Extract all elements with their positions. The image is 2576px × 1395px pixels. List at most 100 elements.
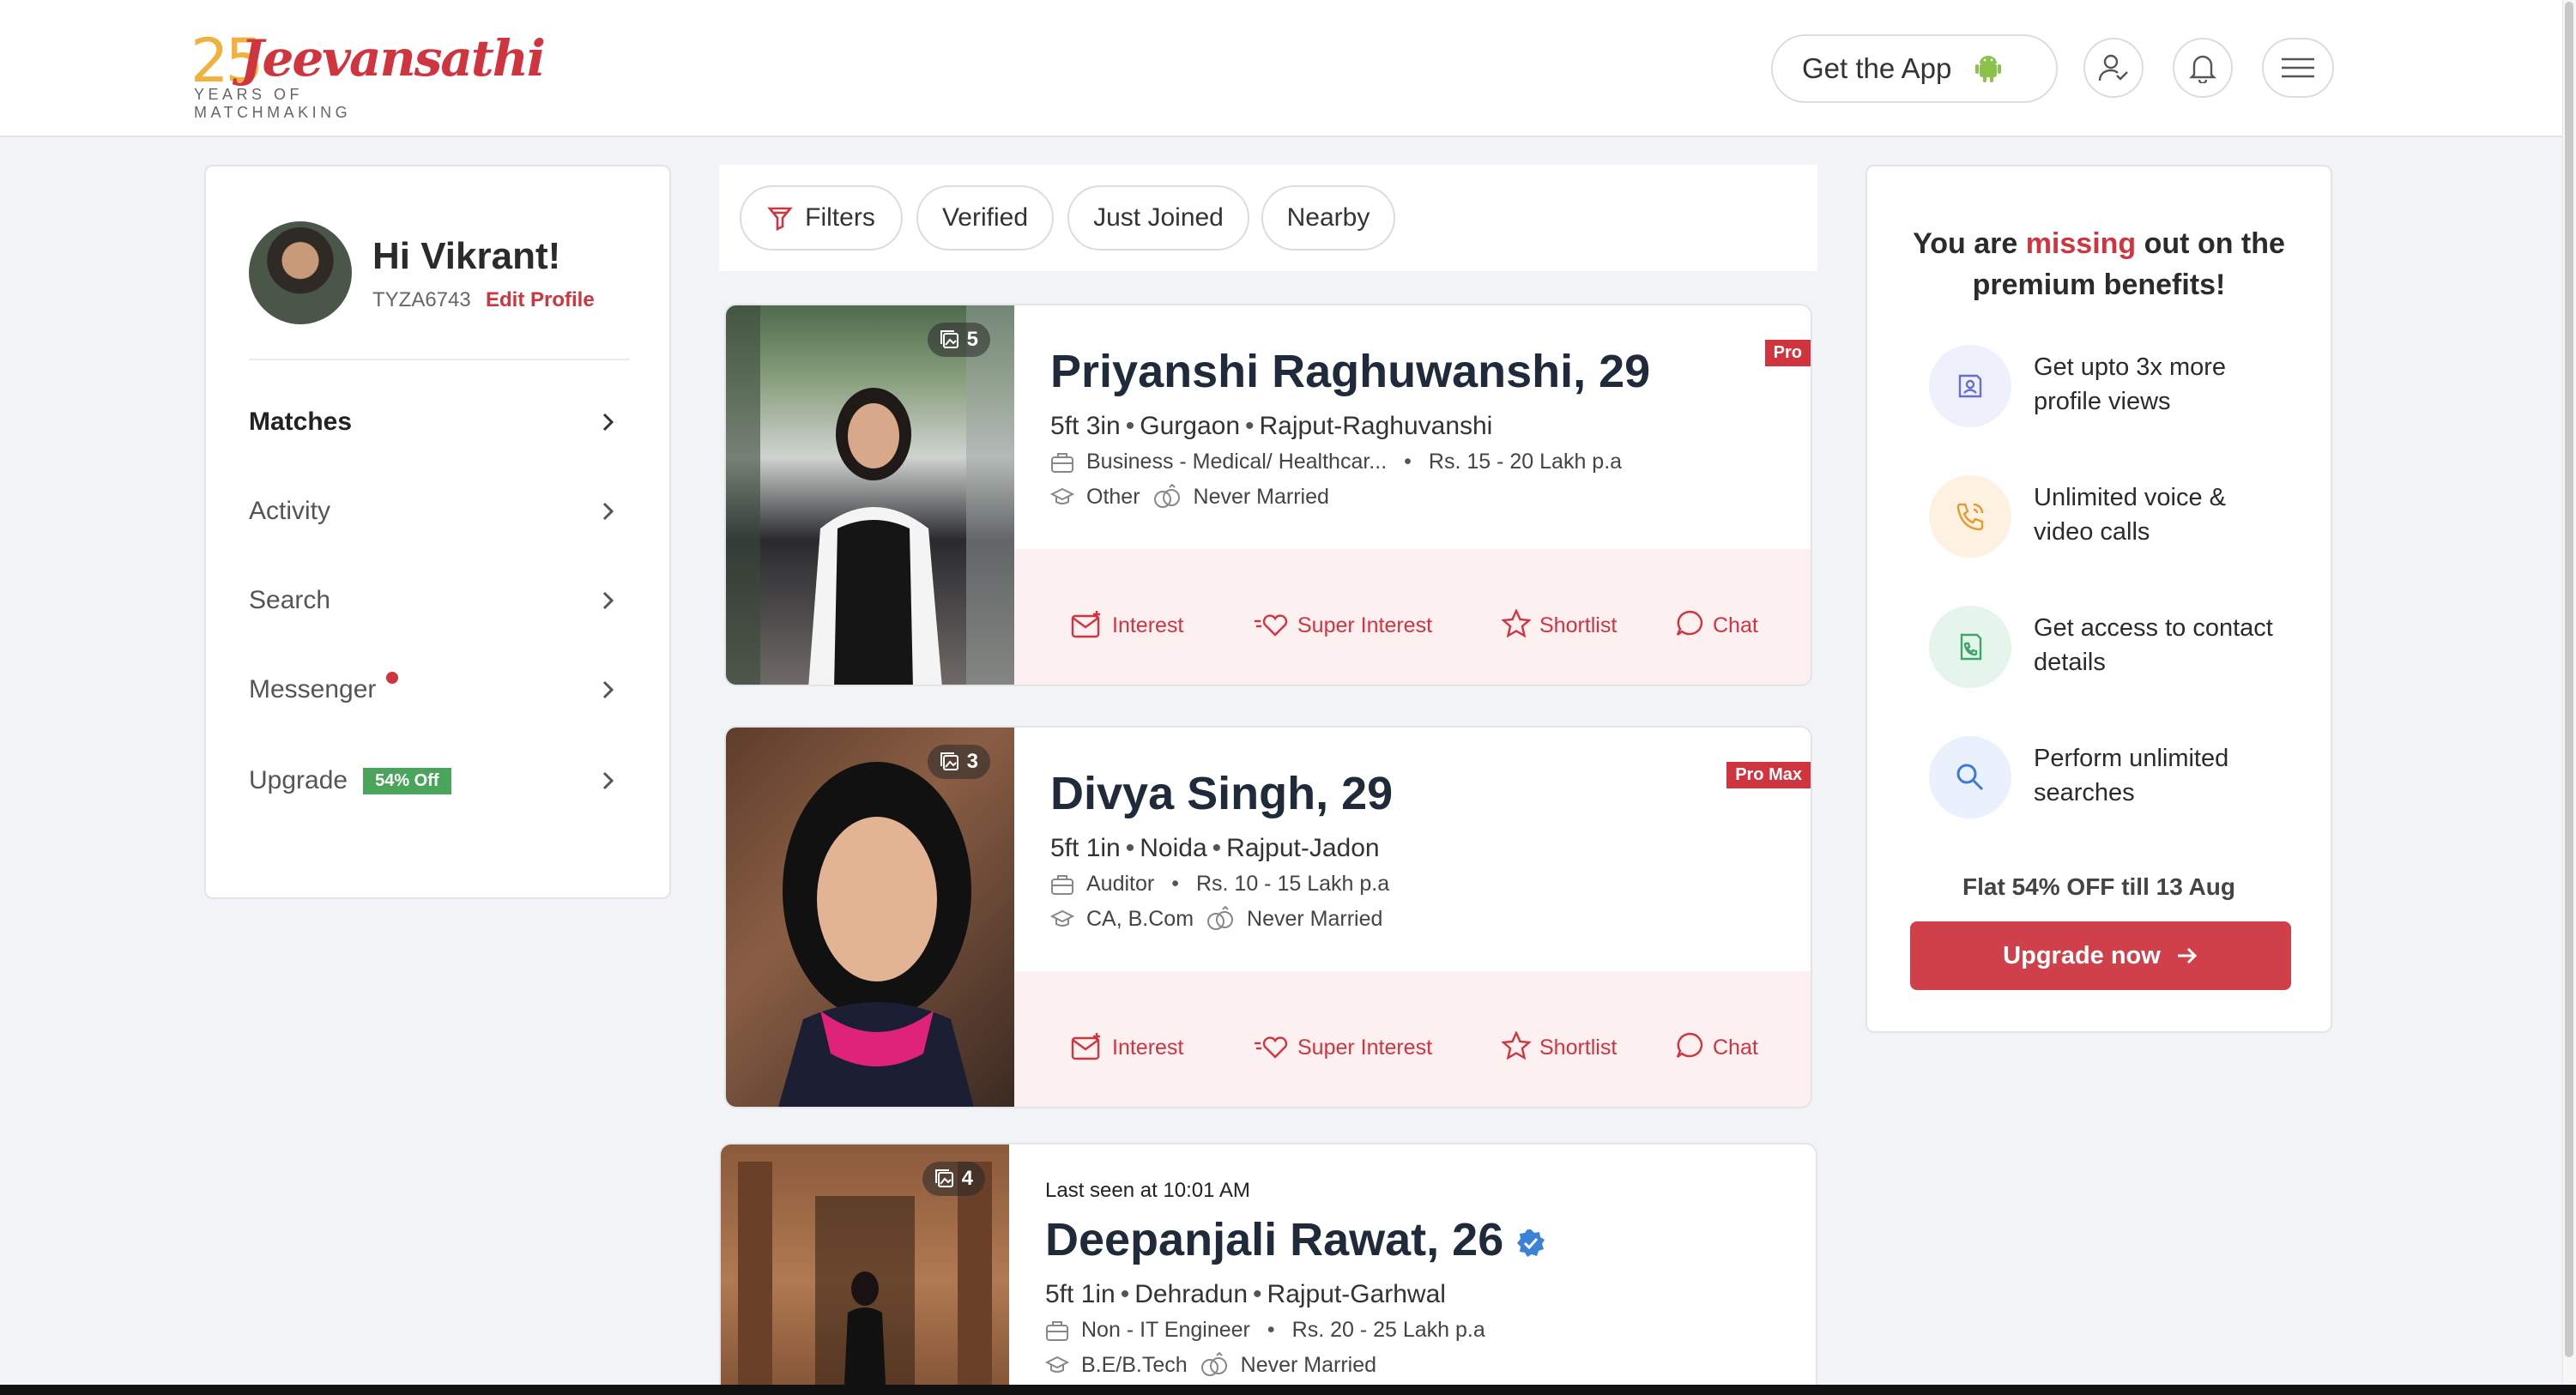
super-interest-button[interactable]: Super Interest bbox=[1253, 1018, 1432, 1060]
sidebar-item-activity[interactable]: Activity bbox=[249, 486, 630, 537]
gallery-icon bbox=[940, 330, 958, 348]
upgrade-label: Upgrade now bbox=[2003, 941, 2161, 969]
upgrade-now-button[interactable]: Upgrade now bbox=[1910, 921, 2291, 990]
super-interest-icon bbox=[1255, 1036, 1288, 1059]
profile-name[interactable]: Priyanshi Raghuwanshi, 29 bbox=[1050, 345, 1650, 398]
sidebar-item-search[interactable]: Search bbox=[249, 575, 630, 626]
sidebar-item-label: Upgrade bbox=[249, 766, 348, 794]
sidebar-item-label: Search bbox=[249, 586, 331, 614]
sidebar-item-upgrade[interactable]: Upgrade 54% Off bbox=[249, 755, 630, 806]
profile-views-icon bbox=[1929, 345, 2011, 427]
benefit-item: Get access to contact details bbox=[1929, 606, 2307, 691]
profile-actions: Interest Super Interest Shortlist Chat bbox=[1014, 971, 1811, 1107]
edit-profile-link[interactable]: Edit Profile bbox=[486, 288, 595, 312]
sidebar-item-messenger[interactable]: Messenger bbox=[249, 664, 630, 716]
search-icon bbox=[1929, 736, 2011, 818]
chip-label: Verified bbox=[941, 203, 1029, 232]
bell-icon bbox=[2189, 55, 2216, 83]
top-header: 25 Jeevansathi YEARS OF MATCHMAKING Get … bbox=[0, 0, 2562, 137]
benefit-text: Perform unlimited searches bbox=[2034, 745, 2229, 806]
menu-button[interactable] bbox=[2262, 38, 2334, 98]
sidebar-item-label: Activity bbox=[249, 497, 331, 525]
person-silhouette bbox=[726, 305, 1014, 685]
logo-tagline: YEARS OF MATCHMAKING bbox=[194, 86, 352, 121]
verified-badge-icon bbox=[1517, 1229, 1545, 1257]
profile-card[interactable]: 3 Divya Singh, 29 Pro Max 5ft 1in • Noida •… bbox=[724, 726, 1812, 1108]
benefit-text: Unlimited voice & video calls bbox=[2034, 484, 2227, 546]
promo-title: You are missing out on the premium benef… bbox=[1913, 227, 2285, 301]
chat-icon bbox=[1676, 610, 1703, 636]
chevron-right-icon bbox=[602, 502, 614, 521]
avatar[interactable] bbox=[249, 221, 352, 324]
chevron-right-icon bbox=[602, 413, 614, 432]
graduation-cap-icon bbox=[1050, 909, 1074, 927]
filter-bar: Filters Verified Just Joined Nearby bbox=[719, 165, 1817, 271]
benefit-item: Get upto 3x more profile views bbox=[1929, 345, 2307, 431]
benefit-text: Get upto 3x more profile views bbox=[2034, 353, 2227, 415]
shortlist-button[interactable]: Shortlist bbox=[1502, 1018, 1617, 1060]
gallery-icon bbox=[934, 1169, 953, 1187]
interest-button[interactable]: Interest bbox=[1071, 595, 1183, 638]
profile-card[interactable]: 5 Priyanshi Raghuwanshi, 29 Pro 5ft 3in •… bbox=[724, 304, 1812, 686]
chevron-right-icon bbox=[602, 591, 614, 610]
android-icon bbox=[1975, 56, 2002, 82]
profile-photo[interactable]: 3 bbox=[726, 728, 1014, 1107]
graduation-cap-icon bbox=[1050, 487, 1074, 504]
filters-chip[interactable]: Filters bbox=[740, 185, 903, 251]
arrow-right-icon bbox=[2177, 947, 2197, 964]
photo-count: 5 bbox=[927, 323, 990, 357]
verified-chip[interactable]: Verified bbox=[916, 185, 1054, 251]
profile-photo[interactable]: 4 bbox=[721, 1144, 1009, 1395]
just-joined-chip[interactable]: Just Joined bbox=[1067, 185, 1249, 251]
chip-label: Filters bbox=[805, 203, 875, 232]
interest-button[interactable]: Interest bbox=[1071, 1018, 1183, 1060]
chat-button[interactable]: Chat bbox=[1675, 595, 1758, 638]
star-icon bbox=[1502, 1031, 1531, 1060]
star-icon bbox=[1502, 609, 1531, 638]
jeevansathi-logo[interactable]: 25 Jeevansathi YEARS OF MATCHMAKING bbox=[190, 26, 546, 121]
profile-photo[interactable]: 5 bbox=[726, 305, 1014, 685]
get-the-app-button[interactable]: Get the App bbox=[1771, 34, 2058, 103]
profile-actions: Interest Super Interest Shortlist Chat bbox=[1014, 549, 1811, 685]
profile-icon bbox=[2098, 54, 2128, 82]
offer-text: Flat 54% OFF till 13 Aug bbox=[1962, 873, 2235, 900]
profile-basics: 5ft 3in • Gurgaon • Rajput-Raghuvanshi bbox=[1050, 412, 1493, 440]
promo-highlight: missing bbox=[2025, 227, 2137, 260]
chevron-right-icon bbox=[602, 771, 614, 790]
sidebar-item-matches[interactable]: Matches bbox=[249, 396, 630, 448]
profile-education: CA, B.Com Never Married bbox=[1050, 906, 1382, 932]
briefcase-icon bbox=[1046, 1320, 1068, 1341]
profile-education: Other Never Married bbox=[1050, 484, 1329, 510]
photo-count: 4 bbox=[922, 1162, 985, 1196]
logo-brand: Jeevansathi bbox=[240, 29, 546, 88]
interest-icon bbox=[1071, 611, 1100, 638]
benefit-item: Unlimited voice & video calls bbox=[1929, 475, 2307, 561]
rings-icon bbox=[1207, 906, 1234, 930]
sidebar-item-label: Messenger bbox=[249, 675, 377, 704]
person-silhouette bbox=[778, 762, 974, 1107]
contact-icon bbox=[1929, 606, 2011, 688]
profile-name[interactable]: Divya Singh, 29 bbox=[1050, 767, 1393, 820]
profile-card[interactable]: 4 Last seen at 10:01 AM Deepanjali Rawat… bbox=[719, 1143, 1817, 1395]
profile-button[interactable] bbox=[2083, 38, 2144, 98]
page-scrollbar[interactable] bbox=[2562, 0, 2576, 1395]
shortlist-button[interactable]: Shortlist bbox=[1502, 595, 1617, 638]
last-seen: Last seen at 10:01 AM bbox=[1045, 1179, 1250, 1202]
profile-basics: 5ft 1in • Dehradun • Rajput-Garhwal bbox=[1045, 1280, 1446, 1308]
chip-label: Nearby bbox=[1286, 203, 1370, 232]
divider bbox=[249, 359, 630, 360]
profile-name: Deepanjali Rawat, 26 bbox=[1045, 1214, 1504, 1265]
super-interest-button[interactable]: Super Interest bbox=[1253, 595, 1432, 638]
scrollbar-thumb[interactable] bbox=[2565, 2, 2573, 1357]
notifications-button[interactable] bbox=[2173, 38, 2233, 98]
profile-work: Business - Medical/ Healthcar... • Rs. 15 … bbox=[1050, 450, 1622, 474]
filter-icon bbox=[767, 207, 793, 231]
photo-count: 3 bbox=[927, 745, 990, 779]
nearby-chip[interactable]: Nearby bbox=[1261, 185, 1395, 251]
discount-badge: 54% Off bbox=[363, 767, 451, 794]
profile-name-row[interactable]: Deepanjali Rawat, 26 bbox=[1045, 1213, 1546, 1266]
chat-button[interactable]: Chat bbox=[1675, 1018, 1758, 1060]
greeting: Hi Vikrant! bbox=[372, 235, 561, 277]
sidebar-item-label: Matches bbox=[249, 408, 353, 436]
phone-icon bbox=[1929, 475, 2011, 558]
